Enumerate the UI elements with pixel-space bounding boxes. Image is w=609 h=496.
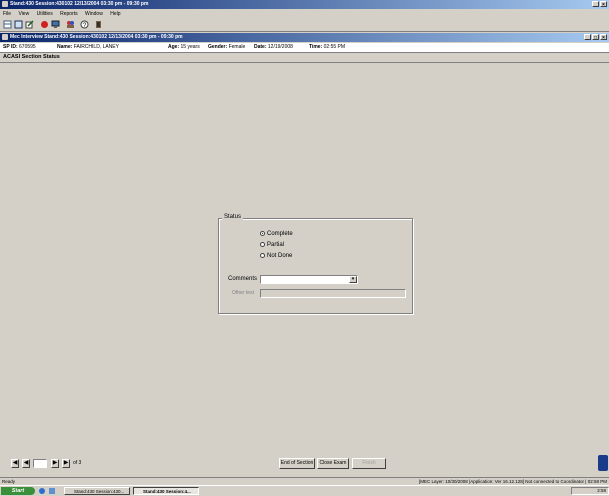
record-icon[interactable] [40,20,49,29]
age-value: 15 years [180,44,200,50]
prev-page-icon: ◀ [23,460,29,466]
sp-id-value: 670595 [19,44,36,50]
desktop-icon[interactable] [48,487,56,495]
start-button[interactable]: Start [1,487,35,495]
menu-help[interactable]: Help [110,11,120,17]
menu-utilities[interactable]: Utilities [37,11,53,17]
interview-window-title: Mec Interview Stand:430 Session:430102 1… [10,34,183,40]
inner-close-button[interactable]: × [600,34,607,41]
name-label: Name: [57,44,73,50]
radio-complete[interactable] [260,231,265,236]
close-button[interactable]: × [600,1,607,8]
section-title-bar: ACASI Section Status [0,53,609,63]
chevron-down-icon[interactable]: ▾ [349,276,357,283]
radio-not-done[interactable] [260,253,265,258]
clock: 2:58 [597,488,606,493]
other-text-field[interactable] [260,289,406,298]
complete-label: Complete [267,231,293,238]
app-title: Stand:430 Session:430102 12/13/2004 03:3… [10,1,149,7]
menu-file[interactable]: File [3,11,11,17]
app-title-bar[interactable]: Stand:430 Session:430102 12/13/2004 03:3… [0,0,609,9]
time-value: 02:55 PM [323,44,346,50]
date-value: 12/19/2008 [267,44,293,50]
prev-page-button[interactable]: ◀ [22,459,30,468]
inner-restore-button[interactable]: □ [592,34,599,41]
partial-label: Partial [267,242,285,249]
help-book-icon[interactable] [598,455,608,471]
status-group-label: Status [222,214,244,220]
menu-reports[interactable]: Reports [60,11,78,17]
menu-bar: File View Utilities Reports Window Help [0,10,609,18]
inner-minimize-button[interactable]: _ [584,34,591,41]
taskbar-item-stand2[interactable]: Stand:430 Session:4... [133,487,199,495]
page-number-input[interactable] [33,459,47,468]
status-complete-option[interactable]: Complete [260,231,293,237]
monitor-icon[interactable] [51,20,60,29]
not-done-label: Not Done [267,253,293,260]
time-label: Time: [309,44,323,50]
first-page-button[interactable]: ◀ [11,459,19,468]
gender-label: Gender: [208,44,228,50]
gender-value: Female [228,44,246,50]
radio-partial[interactable] [260,242,265,247]
people-icon[interactable] [66,20,75,29]
edit-icon[interactable] [25,20,34,29]
taskbar: Start Stand:430 Session:430... Stand:430… [0,485,609,496]
next-page-button[interactable]: ▶ [51,459,59,468]
section-title: ACASI Section Status [3,54,60,60]
help-icon[interactable]: ? [80,20,89,29]
participant-info-bar: SP ID: 670595 Name: FAIRCHILD, LANEY Age… [0,43,609,53]
finish-button[interactable]: Finish [352,458,386,469]
window-icon[interactable] [14,20,23,29]
age-label: Age: [168,44,180,50]
ie-icon[interactable] [38,487,46,495]
status-group [218,218,413,314]
last-page-icon: ▶ [63,460,69,466]
comments-label: Comments [228,276,258,282]
menu-view[interactable]: View [18,11,29,17]
page-count: of 3 [73,460,82,466]
close-exam-button[interactable]: Close Exam [317,458,349,469]
system-tray: 2:58 [571,487,609,495]
comments-dropdown[interactable]: ▾ [260,275,358,284]
sp-id-label: SP ID: [3,44,18,50]
app-icon [2,1,8,7]
status-not-done-option[interactable]: Not Done [260,253,292,259]
name-value: FAIRCHILD, LANEY [73,44,119,50]
other-text-label: Other text [232,290,254,296]
toolbar: ? [0,18,609,32]
exit-icon[interactable] [94,20,103,29]
last-page-button[interactable]: ▶ [62,459,70,468]
taskbar-item-stand1[interactable]: Stand:430 Session:430... [64,487,130,495]
date-label: Date: [254,44,267,50]
minimize-button[interactable]: _ [592,1,599,8]
grid-icon[interactable] [3,20,12,29]
next-page-icon: ▶ [52,460,58,466]
interview-window-title-bar[interactable]: Mec Interview Stand:430 Session:430102 1… [0,33,609,42]
status-partial-option[interactable]: Partial [260,242,284,248]
first-page-icon: ◀ [12,460,18,466]
interview-window-icon [2,34,8,40]
menu-window[interactable]: Window [85,11,103,17]
end-of-section-button[interactable]: End of Section [279,458,315,469]
